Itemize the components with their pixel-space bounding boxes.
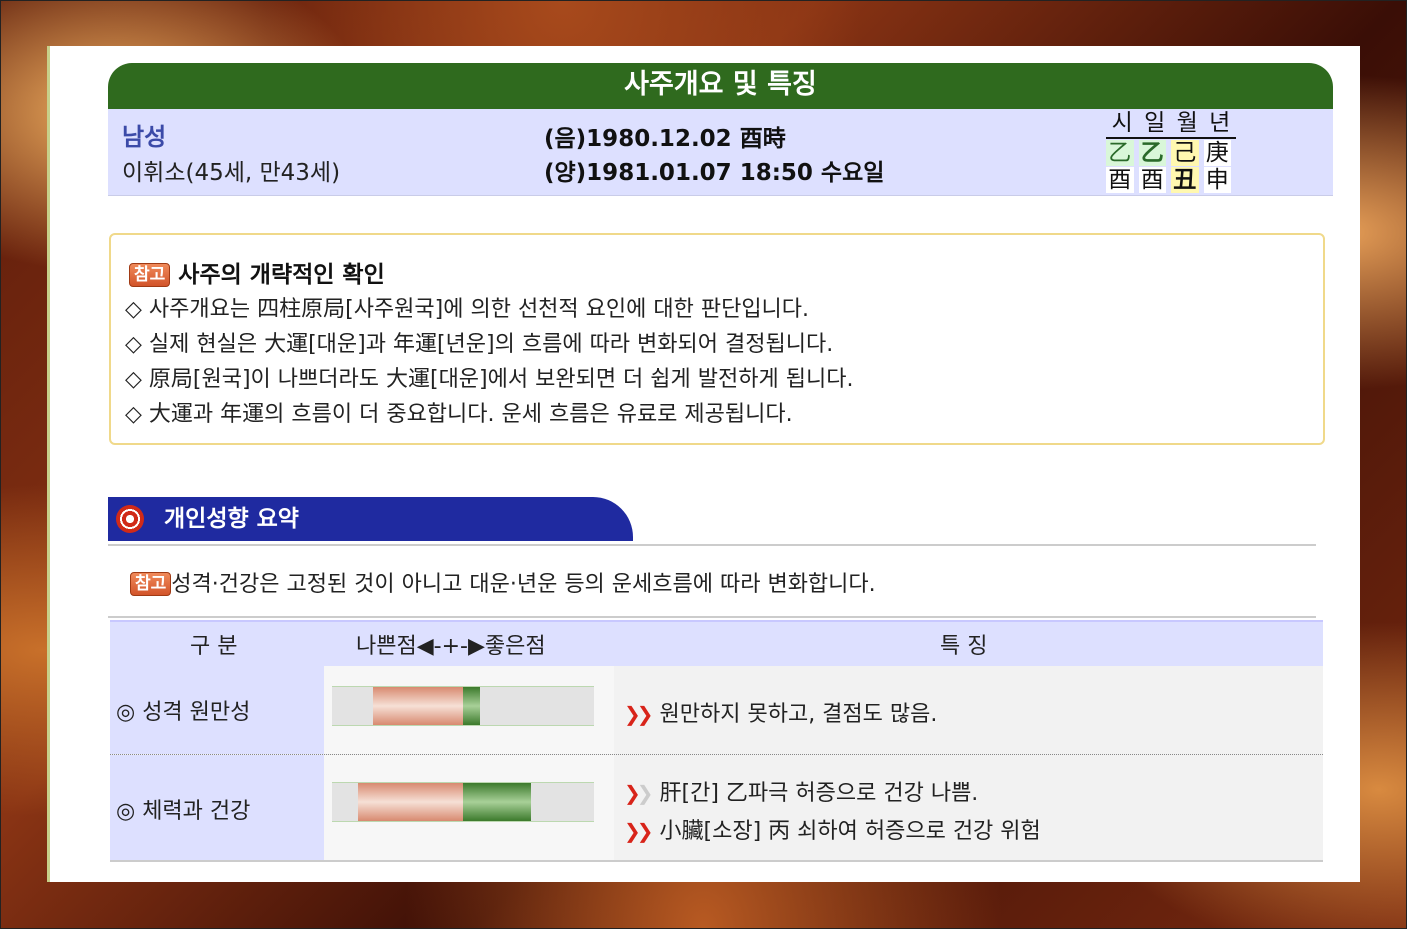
summary-badge: 참고 [130,572,172,596]
feature-text: ❯❯ 小臟[소장] 丙 쇠하여 허증으로 건강 위험 [624,819,1041,844]
name-age: 이휘소(45세, 만43세) [122,160,341,186]
page-title: 사주개요 및 특징 [108,63,1333,109]
branch-month: 丑 [1171,167,1199,193]
feature-text: ❯❯ 肝[간] 乙파극 허증으로 건강 나쁨. [624,781,979,806]
pillar-label-hour: 시 [1111,110,1133,136]
feature-text: ❯❯ 원만하지 못하고, 결점도 많음. [624,702,938,727]
note-title: 사주의 개략적인 확인 [178,262,385,288]
pillar-branches: 酉 酉 丑 申 [1106,167,1236,193]
pillar-label-month: 월 [1176,110,1198,136]
table-row: ◎ 성격 원만성 ❯❯ 원만하지 못하고, 결점도 많음. [110,666,1323,755]
pillar-label-day: 일 [1144,110,1166,136]
double-chevron-icon: ❯❯ [624,819,653,843]
pillar-labels: 시 일 월 년 [1106,109,1236,139]
table-header: 구 분 나쁜점◀-+-▶좋은점 특 징 [110,620,1323,666]
summary-text: 성격·건강은 고정된 것이 아니고 대운·년운 등의 운세흐름에 따라 변화합니… [171,572,876,597]
lunar-date: (음)1980.12.02 酉時 [544,126,786,152]
section-title: 개인성향 요약 [164,506,299,532]
stem-day: 乙 [1138,140,1166,166]
category-cell: ◎ 성격 원만성 [110,666,324,754]
person-info-row: 남성 이휘소(45세, 만43세) (음)1980.12.02 酉時 (양)19… [108,109,1333,196]
panel-edge [47,46,50,882]
traits-table: 구 분 나쁜점◀-+-▶좋은점 특 징 ◎ 성격 원만성 ❯❯ 원만하지 못하고,… [110,620,1323,862]
branch-hour: 酉 [1106,167,1134,193]
score-bar-cell [324,755,614,860]
stem-year: 庚 [1203,140,1231,166]
score-bar [332,686,594,726]
table-row: ◎ 체력과 건강 ❯❯ 肝[간] 乙파극 허증으로 건강 나쁨. ❯❯ 小臟[소장]… [110,755,1323,862]
summary-row: 참고 성격·건강은 고정된 것이 아니고 대운·년운 등의 운세흐름에 따라 변화… [130,566,876,598]
good-segment [463,783,532,821]
note-line: ◇ 사주개요는 四柱原局[사주원국]에 의한 선천적 요인에 대한 판단입니다. [125,297,810,322]
chevron-icon: ❯❯ [624,781,653,805]
header-feature: 특 징 [940,634,988,659]
pillar-stems: 乙 乙 己 庚 [1106,140,1236,166]
category-label: ◎ 성격 원만성 [116,700,251,725]
bad-segment [372,687,463,725]
branch-day: 酉 [1138,167,1166,193]
score-bar [332,782,594,822]
note-line: ◇ 大運과 年運의 흐름이 더 중요합니다. 운세 흐름은 유료로 제공됩니다. [125,402,793,427]
bad-segment [358,783,463,821]
branch-year: 申 [1203,167,1231,193]
header-category: 구 분 [190,634,238,659]
category-label: ◎ 체력과 건강 [116,799,251,824]
stem-month: 己 [1171,140,1199,166]
four-pillars: 시 일 월 년 乙 乙 己 庚 酉 酉 丑 申 [1106,109,1236,193]
category-cell: ◎ 체력과 건강 [110,755,324,860]
note-line: ◇ 原局[원국]이 나쁘더라도 大運[대운]에서 보완되면 더 쉽게 발전하게 … [125,367,854,392]
score-bar-cell [324,666,614,754]
summary-note: 참고 성격·건강은 고정된 것이 아니고 대운·년운 등의 운세흐름에 따라 변화… [108,544,1316,618]
stem-hour: 乙 [1106,140,1134,166]
target-icon [116,505,144,533]
header-scale: 나쁜점◀-+-▶좋은점 [356,634,546,659]
good-segment [463,687,481,725]
reference-note: 참고 사주의 개략적인 확인 ◇ 사주개요는 四柱原局[사주원국]에 의한 선천… [109,233,1325,445]
gender-label: 남성 [122,123,167,151]
solar-date: (양)1981.01.07 18:50 수요일 [544,160,885,186]
content-panel: 사주개요 및 특징 남성 이휘소(45세, 만43세) (음)1980.12.0… [47,46,1360,882]
note-title-row: 참고 사주의 개략적인 확인 [129,255,385,289]
section-header: 개인성향 요약 [108,497,633,541]
note-line: ◇ 실제 현실은 大運[대운]과 年運[년운]의 흐름에 따라 변화되어 결정됩… [125,332,834,357]
pillar-label-year: 년 [1209,110,1231,136]
double-chevron-icon: ❯❯ [624,702,653,726]
note-badge: 참고 [129,263,171,287]
